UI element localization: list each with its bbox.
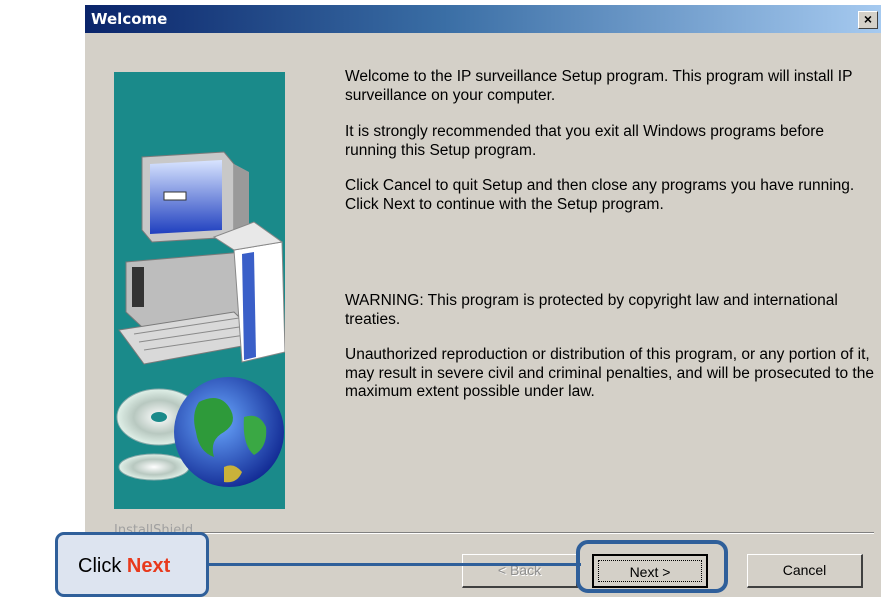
callout-text: Click Next <box>78 555 170 578</box>
legal-paragraph: Unauthorized reproduction or distributio… <box>345 346 874 400</box>
separator-line <box>109 532 874 534</box>
recommend-paragraph: It is strongly recommended that you exit… <box>345 123 824 159</box>
close-button[interactable]: × <box>858 11 878 29</box>
intro-paragraph: Welcome to the IP surveillance Setup pro… <box>345 68 853 104</box>
warning-paragraph: WARNING: This program is protected by co… <box>345 292 838 328</box>
title-bar[interactable]: Welcome × <box>85 5 881 33</box>
callout-highlight: Next <box>126 555 171 577</box>
instruction-callout: Click Next <box>55 532 209 597</box>
window-title: Welcome <box>91 10 168 28</box>
next-button-highlight <box>576 540 728 593</box>
callout-prefix: Click <box>78 555 127 577</box>
cancel-button[interactable]: Cancel <box>747 554 863 588</box>
setup-illustration <box>114 72 285 509</box>
callout-connector <box>209 563 581 566</box>
instructions-paragraph: Click Cancel to quit Setup and then clos… <box>345 177 855 213</box>
back-button[interactable]: < Back <box>462 554 578 588</box>
setup-dialog: Welcome × Welcome to the IP surveillance… <box>84 5 881 597</box>
computer-globe-illustration <box>116 151 285 487</box>
